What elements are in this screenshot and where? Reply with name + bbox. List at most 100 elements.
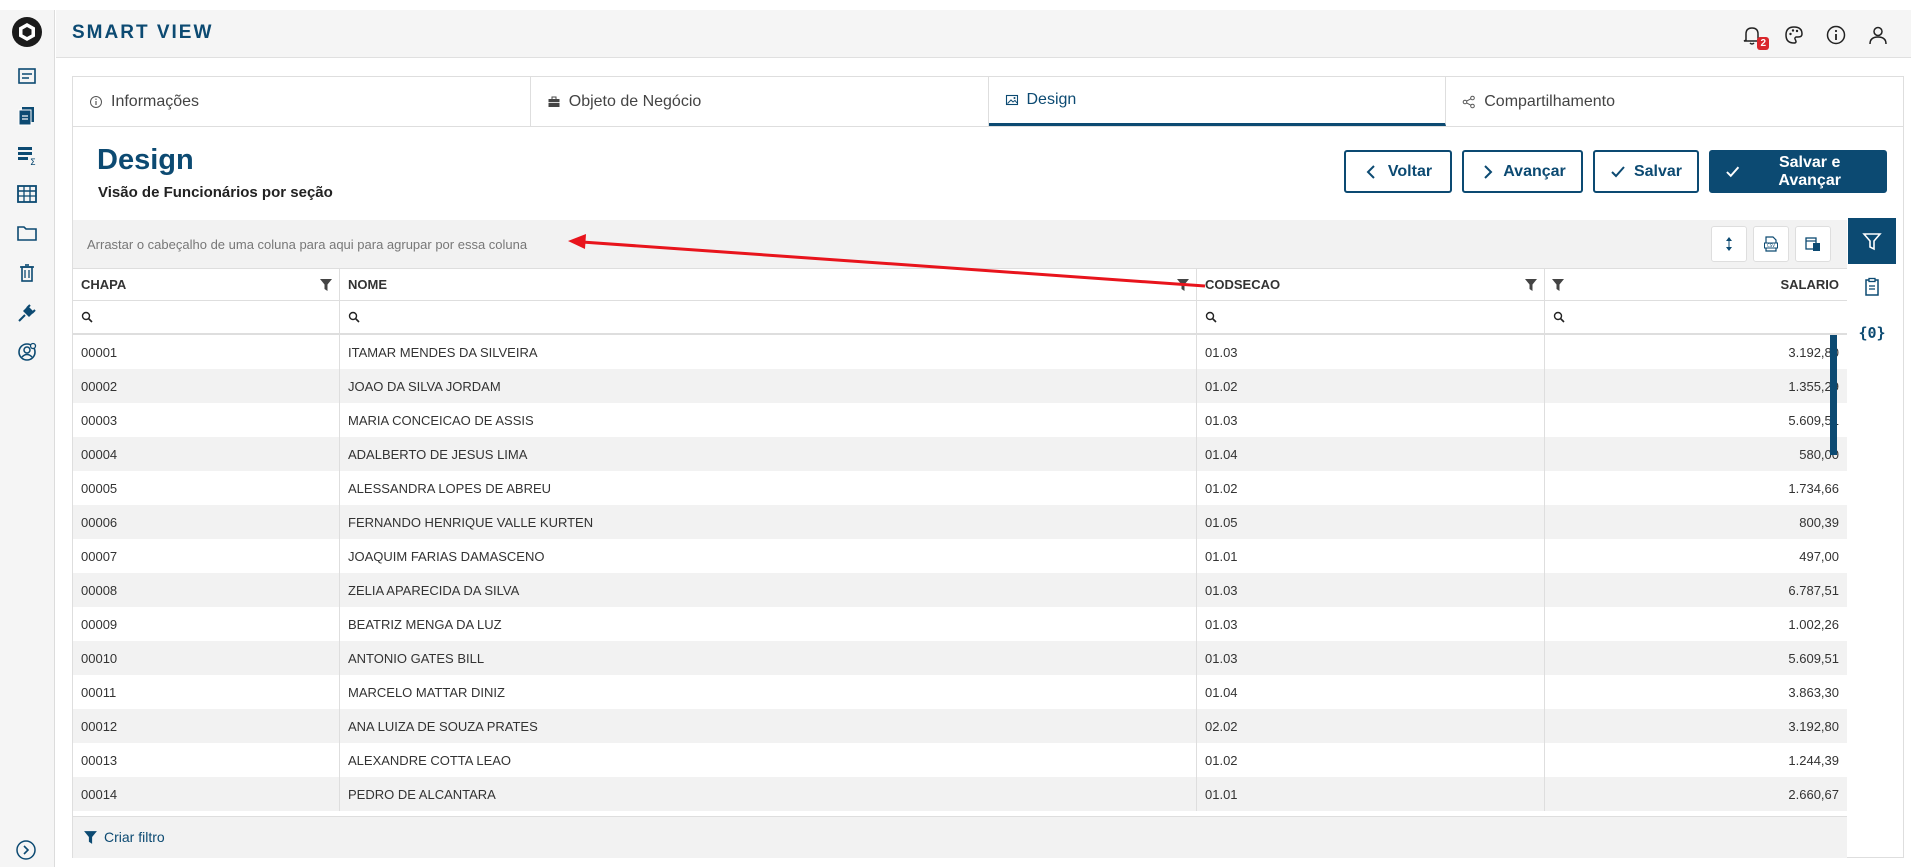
filter-icon[interactable] [1524,278,1538,292]
table-row[interactable]: 00013 ALEXANDRE COTTA LEAO 01.02 1.244,39 [73,743,1847,777]
vertical-scrollbar[interactable] [1830,335,1837,455]
image-icon [1005,94,1018,106]
table-row[interactable]: 00003 MARIA CONCEICAO DE ASSIS 01.03 5.609,… [73,403,1847,437]
table-row[interactable]: 00004 ADALBERTO DE JESUS LIMA 01.04 580,00 [73,437,1847,471]
table-row[interactable]: 00008 ZELIA APARECIDA DA SILVA 01.03 6.787,… [73,573,1847,607]
sum-icon[interactable]: Σ [14,142,40,168]
table-cell-salario: 1.244,39 [1788,752,1839,768]
about-button[interactable] [1825,24,1847,46]
table-row[interactable]: 00011 MARCELO MATTAR DINIZ 01.04 3.863,30 [73,675,1847,709]
table-cell-salario: 5.609,51 [1788,412,1839,428]
filter-icon[interactable] [1176,278,1190,292]
side-parameters-button[interactable]: {0} [1848,310,1896,356]
app-title: SMART VIEW [72,22,214,43]
documents-icon[interactable] [14,103,40,129]
app-logo-icon[interactable] [11,16,43,48]
table-cell-nome: BEATRIZ MENGA DA LUZ [340,607,1197,641]
table-cell-nome: ALESSANDRA LOPES DE ABREU [340,471,1197,505]
side-clipboard-button[interactable] [1848,264,1896,310]
export-csv-button[interactable]: CSV [1753,226,1789,262]
table-cell-codsecao: 01.03 [1197,641,1545,675]
table-row[interactable]: 00010 ANTONIO GATES BILL 01.03 5.609,51 [73,641,1847,675]
table-row[interactable]: 00012 ANA LUIZA DE SOUZA PRATES 02.02 3.192… [73,709,1847,743]
filter-icon[interactable] [1551,278,1565,292]
table-cell-salario: 3.863,30 [1788,684,1839,700]
table-icon[interactable] [14,181,40,207]
table-cell-salario: 3.192,80 [1788,718,1839,734]
tab-compartilhamento[interactable]: Compartilhamento [1446,77,1903,126]
table-row[interactable]: 00005 ALESSANDRA LOPES DE ABREU 01.02 1.734… [73,471,1847,505]
table-cell-chapa: 00005 [73,471,340,505]
table-row[interactable]: 00009 BEATRIZ MENGA DA LUZ 01.03 1.002,26 [73,607,1847,641]
table-cell-salario: 580,00 [1799,446,1839,462]
search-icon [1553,311,1565,323]
expand-rail-icon[interactable] [15,839,37,861]
tab-design[interactable]: Design [988,77,1447,126]
table-cell-chapa: 00013 [73,743,340,777]
save-and-next-button[interactable]: Salvar e Avançar [1709,150,1887,193]
filter-input-codsecao[interactable] [1197,301,1545,333]
list-icon[interactable] [14,64,40,90]
page-subtitle: Visão de Funcionários por seção [98,184,333,201]
table-row[interactable]: 00001 ITAMAR MENDES DA SILVEIRA 01.03 3.192… [73,335,1847,369]
tab-label: Design [1026,91,1077,108]
search-icon [81,311,93,323]
tab-label: Informações [111,92,200,110]
trash-icon[interactable] [14,260,40,286]
plug-icon[interactable] [14,300,40,326]
column-header-nome[interactable]: NOME [340,269,1197,300]
folder-icon[interactable] [14,220,40,246]
filter-input-salario[interactable] [1545,301,1847,333]
header-actions: Voltar Avançar Salvar Salvar e Avançar [1344,150,1887,193]
side-panel-tools: {0} [1848,218,1903,367]
table-cell-codsecao: 01.02 [1197,743,1545,777]
table-row[interactable]: 00002 JOAO DA SILVA JORDAM 01.02 1.355,29 [73,369,1847,403]
table-cell-codsecao: 01.01 [1197,539,1545,573]
column-sort-button[interactable] [1711,226,1747,262]
side-filter-button[interactable] [1848,218,1896,264]
table-cell-chapa: 00008 [73,573,340,607]
info-icon [1826,25,1846,45]
column-header-chapa[interactable]: CHAPA [73,269,340,300]
tab-informacoes[interactable]: Informações [73,77,531,126]
filter-input-chapa[interactable] [73,301,340,333]
column-chooser-button[interactable] [1795,226,1831,262]
notifications-button[interactable]: 2 [1741,24,1769,50]
next-button[interactable]: Avançar [1462,150,1583,193]
filter-input-nome[interactable] [340,301,1197,333]
table-cell-nome: ZELIA APARECIDA DA SILVA [340,573,1197,607]
table-cell-salario: 1.734,66 [1788,480,1839,496]
filter-icon[interactable] [319,278,333,292]
create-filter-link[interactable]: Criar filtro [83,829,165,845]
back-button[interactable]: Voltar [1344,150,1452,193]
table-cell-nome: JOAQUIM FARIAS DAMASCENO [340,539,1197,573]
user-settings-icon[interactable] [14,339,40,365]
save-button[interactable]: Salvar [1593,150,1699,193]
table-row[interactable]: 00014 PEDRO DE ALCANTARA 01.01 2.660,67 [73,777,1847,811]
group-panel-hint: Arrastar o cabeçalho de uma coluna para … [87,237,528,252]
main-panel: Informações Objeto de Negócio Design Com… [72,76,1904,858]
svg-text:Σ: Σ [30,158,36,166]
table-row[interactable]: 00007 JOAQUIM FARIAS DAMASCENO 01.01 497,00 [73,539,1847,573]
table-cell-nome: PEDRO DE ALCANTARA [340,777,1197,811]
table-cell-codsecao: 01.01 [1197,777,1545,811]
user-icon [1869,26,1887,45]
table-cell-salario: 800,39 [1799,514,1839,530]
table-cell-chapa: 00012 [73,709,340,743]
theme-button[interactable] [1783,24,1805,46]
column-header-codsecao[interactable]: CODSECAO [1197,269,1545,300]
table-cell-salario: 6.787,51 [1788,582,1839,598]
table-cell-salario: 1.002,26 [1788,616,1839,632]
tab-objeto-de-negocio[interactable]: Objeto de Negócio [531,77,989,126]
search-icon [1205,311,1217,323]
user-button[interactable] [1867,24,1889,46]
app-window: Σ SMART VIEW 2 Informações Objeto de Neg… [0,0,1911,867]
table-cell-nome: MARIA CONCEICAO DE ASSIS [340,403,1197,437]
table-cell-codsecao: 01.03 [1197,607,1545,641]
table-cell-chapa: 00006 [73,505,340,539]
table-cell-nome: ANTONIO GATES BILL [340,641,1197,675]
group-panel[interactable]: Arrastar o cabeçalho de uma coluna para … [73,220,1847,268]
top-bar: SMART VIEW 2 [56,10,1911,58]
column-header-salario[interactable]: SALARIO [1545,269,1847,300]
table-row[interactable]: 00006 FERNANDO HENRIQUE VALLE KURTEN 01.05… [73,505,1847,539]
